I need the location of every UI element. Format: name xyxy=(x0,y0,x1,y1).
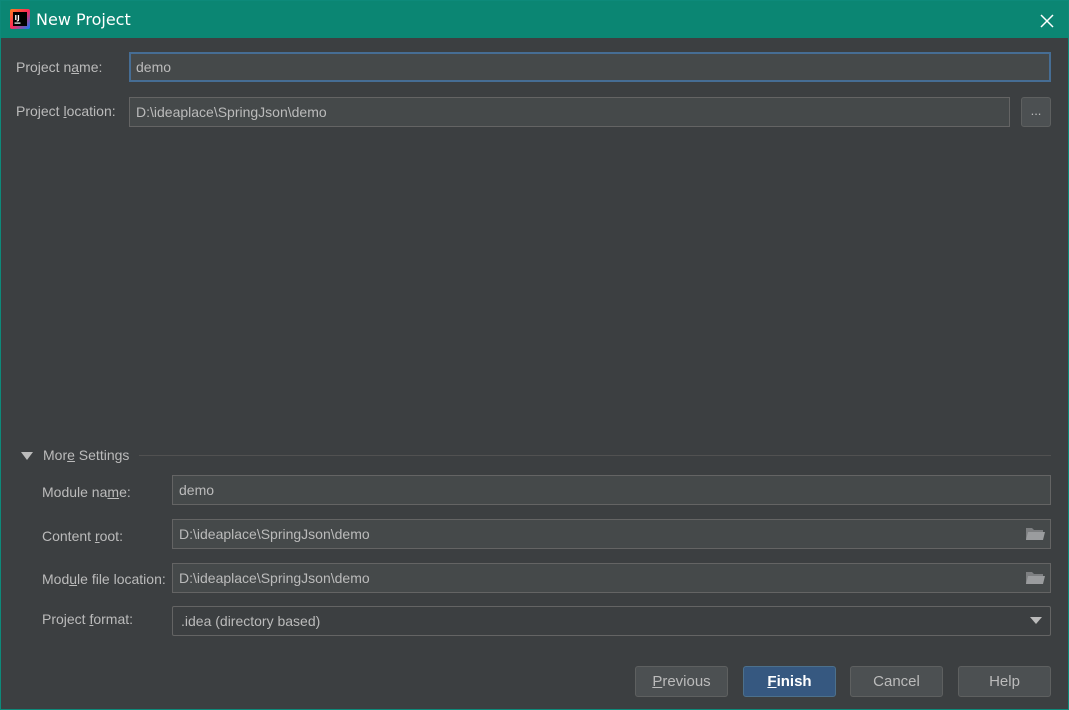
more-settings-toggle[interactable]: More Settings xyxy=(43,447,129,463)
project-name-label: Project name: xyxy=(16,59,103,75)
section-separator xyxy=(139,455,1051,456)
project-name-input[interactable] xyxy=(129,52,1051,82)
module-name-label: Module name: xyxy=(42,484,131,500)
project-format-label: Project format: xyxy=(42,611,134,627)
help-button[interactable]: Help xyxy=(958,666,1051,697)
collapse-triangle-icon[interactable] xyxy=(21,451,33,461)
project-format-select[interactable]: .idea (directory based) xyxy=(172,606,1051,636)
folder-icon[interactable] xyxy=(1025,570,1045,586)
browse-location-button[interactable]: ... xyxy=(1021,97,1051,127)
close-icon[interactable] xyxy=(1031,5,1061,35)
chevron-down-icon[interactable] xyxy=(1030,617,1042,625)
project-location-input[interactable] xyxy=(129,97,1010,127)
title-bar[interactable]: IJ New Project xyxy=(1,1,1068,38)
module-file-location-input[interactable] xyxy=(172,563,1051,593)
module-file-location-label: Module file location: xyxy=(42,571,166,587)
folder-icon[interactable] xyxy=(1025,526,1045,542)
content-root-input[interactable] xyxy=(172,519,1051,549)
project-format-value: .idea (directory based) xyxy=(181,613,321,629)
finish-button[interactable]: Finish xyxy=(743,666,836,697)
previous-button[interactable]: Previous xyxy=(635,666,728,697)
module-name-input[interactable] xyxy=(172,475,1051,505)
project-location-label: Project location: xyxy=(16,103,116,119)
content-root-label: Content root: xyxy=(42,528,123,544)
svg-text:IJ: IJ xyxy=(15,14,20,22)
dialog-title: New Project xyxy=(36,10,131,29)
cancel-button[interactable]: Cancel xyxy=(850,666,943,697)
intellij-app-icon: IJ xyxy=(10,9,30,29)
new-project-dialog: IJ New Project Project name: Project loc… xyxy=(0,0,1069,710)
